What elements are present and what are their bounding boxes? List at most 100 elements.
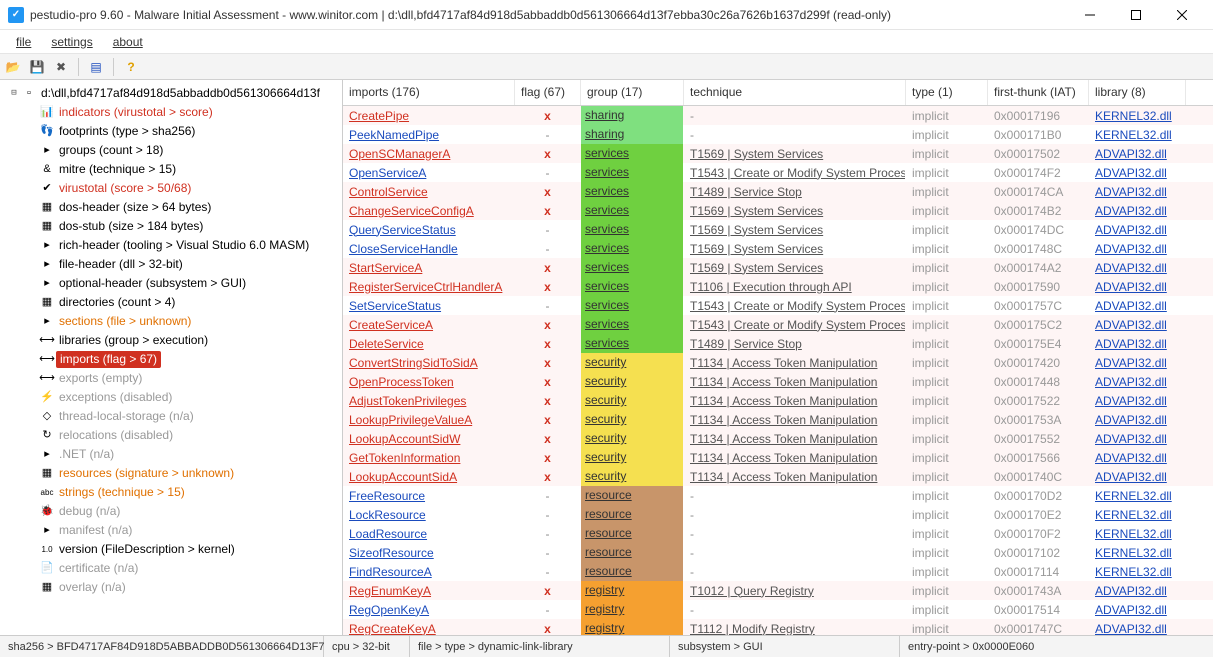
import-name-link[interactable]: ControlService xyxy=(349,185,428,199)
open-icon[interactable]: 📂 xyxy=(4,58,22,76)
group-cell[interactable]: services xyxy=(581,239,683,258)
menu-about[interactable]: about xyxy=(103,33,153,51)
table-row[interactable]: LookupAccountSidA x security T1134 | Acc… xyxy=(343,467,1213,486)
library-link[interactable]: ADVAPI32.dll xyxy=(1095,394,1167,408)
tree-item[interactable]: abc strings (technique > 15) xyxy=(20,483,340,502)
group-cell[interactable]: services xyxy=(581,296,683,315)
import-name-link[interactable]: FindResourceA xyxy=(349,565,432,579)
import-name-link[interactable]: PeekNamedPipe xyxy=(349,128,439,142)
delete-icon[interactable]: ✖ xyxy=(52,58,70,76)
table-row[interactable]: FindResourceA - resource - implicit 0x00… xyxy=(343,562,1213,581)
import-name-link[interactable]: RegEnumKeyA xyxy=(349,584,431,598)
tree-item[interactable]: ▸ optional-header (subsystem > GUI) xyxy=(20,274,340,293)
minimize-button[interactable] xyxy=(1067,0,1113,30)
library-link[interactable]: ADVAPI32.dll xyxy=(1095,584,1167,598)
import-name-link[interactable]: LoadResource xyxy=(349,527,427,541)
table-row[interactable]: RegEnumKeyA x registry T1012 | Query Reg… xyxy=(343,581,1213,600)
maximize-button[interactable] xyxy=(1113,0,1159,30)
table-row[interactable]: PeekNamedPipe - sharing - implicit 0x000… xyxy=(343,125,1213,144)
tree-item[interactable]: 📄 certificate (n/a) xyxy=(20,559,340,578)
tree-item[interactable]: ◇ thread-local-storage (n/a) xyxy=(20,407,340,426)
library-link[interactable]: ADVAPI32.dll xyxy=(1095,356,1167,370)
technique-link[interactable]: T1112 | Modify Registry xyxy=(690,622,815,636)
tree-item[interactable]: ▦ overlay (n/a) xyxy=(20,578,340,597)
library-link[interactable]: ADVAPI32.dll xyxy=(1095,413,1167,427)
table-row[interactable]: QueryServiceStatus - services T1569 | Sy… xyxy=(343,220,1213,239)
group-cell[interactable]: services xyxy=(581,182,683,201)
technique-link[interactable]: T1569 | System Services xyxy=(690,242,823,256)
technique-link[interactable]: T1134 | Access Token Manipulation xyxy=(690,470,877,484)
table-row[interactable]: ControlService x services T1489 | Servic… xyxy=(343,182,1213,201)
technique-link[interactable]: T1134 | Access Token Manipulation xyxy=(690,432,877,446)
library-link[interactable]: ADVAPI32.dll xyxy=(1095,147,1167,161)
close-button[interactable] xyxy=(1159,0,1205,30)
tree-item[interactable]: ▸ manifest (n/a) xyxy=(20,521,340,540)
technique-link[interactable]: T1569 | System Services xyxy=(690,223,823,237)
import-name-link[interactable]: StartServiceA xyxy=(349,261,422,275)
library-link[interactable]: ADVAPI32.dll xyxy=(1095,242,1167,256)
group-cell[interactable]: resource xyxy=(581,562,683,581)
table-row[interactable]: DeleteService x services T1489 | Service… xyxy=(343,334,1213,353)
import-name-link[interactable]: LookupAccountSidA xyxy=(349,470,457,484)
table-row[interactable]: RegOpenKeyA - registry - implicit 0x0001… xyxy=(343,600,1213,619)
table-row[interactable]: SizeofResource - resource - implicit 0x0… xyxy=(343,543,1213,562)
tree-panel[interactable]: ⊟ ▫ d:\dll,bfd4717af84d918d5abbaddb0d561… xyxy=(0,80,343,635)
col-imports[interactable]: imports (176) xyxy=(343,80,515,105)
report-icon[interactable]: ▤ xyxy=(87,58,105,76)
library-link[interactable]: KERNEL32.dll xyxy=(1095,527,1172,541)
group-cell[interactable]: registry xyxy=(581,600,683,619)
tree-item[interactable]: ▸ file-header (dll > 32-bit) xyxy=(20,255,340,274)
technique-link[interactable]: T1569 | System Services xyxy=(690,147,823,161)
tree-item[interactable]: ▸ groups (count > 18) xyxy=(20,141,340,160)
table-row[interactable]: CloseServiceHandle - services T1569 | Sy… xyxy=(343,239,1213,258)
group-cell[interactable]: services xyxy=(581,201,683,220)
technique-link[interactable]: T1106 | Execution through API xyxy=(690,280,852,294)
library-link[interactable]: ADVAPI32.dll xyxy=(1095,318,1167,332)
group-cell[interactable]: security xyxy=(581,410,683,429)
library-link[interactable]: ADVAPI32.dll xyxy=(1095,185,1167,199)
menu-settings[interactable]: settings xyxy=(41,33,102,51)
help-icon[interactable]: ? xyxy=(122,58,140,76)
tree-item[interactable]: ▦ dos-stub (size > 184 bytes) xyxy=(20,217,340,236)
table-row[interactable]: ChangeServiceConfigA x services T1569 | … xyxy=(343,201,1213,220)
group-cell[interactable]: services xyxy=(581,220,683,239)
group-cell[interactable]: security xyxy=(581,429,683,448)
collapse-icon[interactable]: ⊟ xyxy=(8,85,20,102)
tree-item[interactable]: ⚡ exceptions (disabled) xyxy=(20,388,340,407)
table-row[interactable]: RegisterServiceCtrlHandlerA x services T… xyxy=(343,277,1213,296)
tree-item[interactable]: ▸ rich-header (tooling > Visual Studio 6… xyxy=(20,236,340,255)
import-name-link[interactable]: ConvertStringSidToSidA xyxy=(349,356,478,370)
technique-link[interactable]: T1489 | Service Stop xyxy=(690,185,802,199)
library-link[interactable]: KERNEL32.dll xyxy=(1095,128,1172,142)
table-row[interactable]: RegCreateKeyA x registry T1112 | Modify … xyxy=(343,619,1213,635)
import-name-link[interactable]: RegCreateKeyA xyxy=(349,622,436,636)
tree-item[interactable]: 🐞 debug (n/a) xyxy=(20,502,340,521)
group-cell[interactable]: security xyxy=(581,353,683,372)
import-name-link[interactable]: OpenSCManagerA xyxy=(349,147,450,161)
import-name-link[interactable]: GetTokenInformation xyxy=(349,451,460,465)
tree-item[interactable]: 📊 indicators (virustotal > score) xyxy=(20,103,340,122)
technique-link[interactable]: T1569 | System Services xyxy=(690,261,823,275)
technique-link[interactable]: T1134 | Access Token Manipulation xyxy=(690,451,877,465)
tree-root-node[interactable]: ⊟ ▫ d:\dll,bfd4717af84d918d5abbaddb0d561… xyxy=(2,84,340,103)
group-cell[interactable]: resource xyxy=(581,524,683,543)
table-row[interactable]: FreeResource - resource - implicit 0x000… xyxy=(343,486,1213,505)
table-row[interactable]: LookupAccountSidW x security T1134 | Acc… xyxy=(343,429,1213,448)
group-cell[interactable]: services xyxy=(581,163,683,182)
tree-item[interactable]: ⟷ imports (flag > 67) xyxy=(20,350,340,369)
library-link[interactable]: ADVAPI32.dll xyxy=(1095,375,1167,389)
technique-link[interactable]: T1134 | Access Token Manipulation xyxy=(690,394,877,408)
library-link[interactable]: ADVAPI32.dll xyxy=(1095,603,1167,617)
technique-link[interactable]: T1012 | Query Registry xyxy=(690,584,814,598)
group-cell[interactable]: services xyxy=(581,315,683,334)
technique-link[interactable]: T1134 | Access Token Manipulation xyxy=(690,413,877,427)
import-name-link[interactable]: SizeofResource xyxy=(349,546,434,560)
group-cell[interactable]: security xyxy=(581,467,683,486)
table-body[interactable]: CreatePipe x sharing - implicit 0x000171… xyxy=(343,106,1213,635)
tree-item[interactable]: ▦ directories (count > 4) xyxy=(20,293,340,312)
group-cell[interactable]: services xyxy=(581,144,683,163)
library-link[interactable]: ADVAPI32.dll xyxy=(1095,299,1167,313)
save-icon[interactable]: 💾 xyxy=(28,58,46,76)
import-name-link[interactable]: FreeResource xyxy=(349,489,425,503)
technique-link[interactable]: T1489 | Service Stop xyxy=(690,337,802,351)
